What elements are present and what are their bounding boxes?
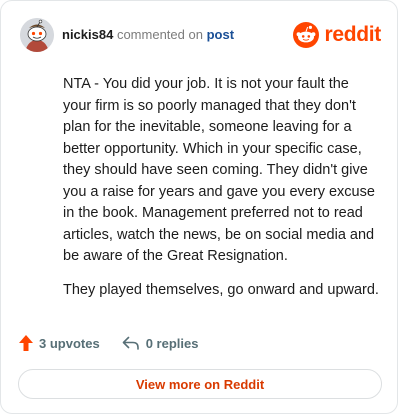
comment-paragraph-1: NTA - You did your job. It is not your f… — [63, 76, 375, 264]
comment-attribution: nickis84 commented on post — [62, 27, 234, 42]
reddit-snoo-icon — [293, 22, 320, 48]
username-link[interactable]: nickis84 — [62, 27, 113, 42]
reddit-comment-embed: nickis84 commented on post reddit NTA - … — [0, 0, 398, 414]
comment-header: nickis84 commented on post reddit — [20, 18, 381, 52]
upvote-arrow-icon — [19, 335, 33, 351]
reddit-logo[interactable]: reddit — [293, 19, 381, 51]
reply-arrow-icon — [122, 336, 139, 350]
comment-paragraph-2: They played themselves, go onward and up… — [63, 281, 379, 298]
reply-button[interactable]: 0 replies — [122, 335, 199, 351]
post-link[interactable]: post — [207, 27, 234, 42]
upvote-count: 3 upvotes — [39, 335, 100, 351]
view-more-on-reddit-button[interactable]: View more on Reddit — [18, 369, 382, 399]
reddit-wordmark: reddit — [324, 23, 381, 46]
upvote-button[interactable]: 3 upvotes — [19, 335, 100, 351]
reply-count: 0 replies — [145, 335, 199, 351]
comment-actions: 3 upvotes 0 replies — [19, 335, 198, 351]
commented-on-text: commented on — [116, 27, 203, 42]
comment-body: NTA - You did your job. It is not your f… — [63, 74, 381, 313]
snoo-avatar-icon[interactable] — [20, 18, 54, 52]
